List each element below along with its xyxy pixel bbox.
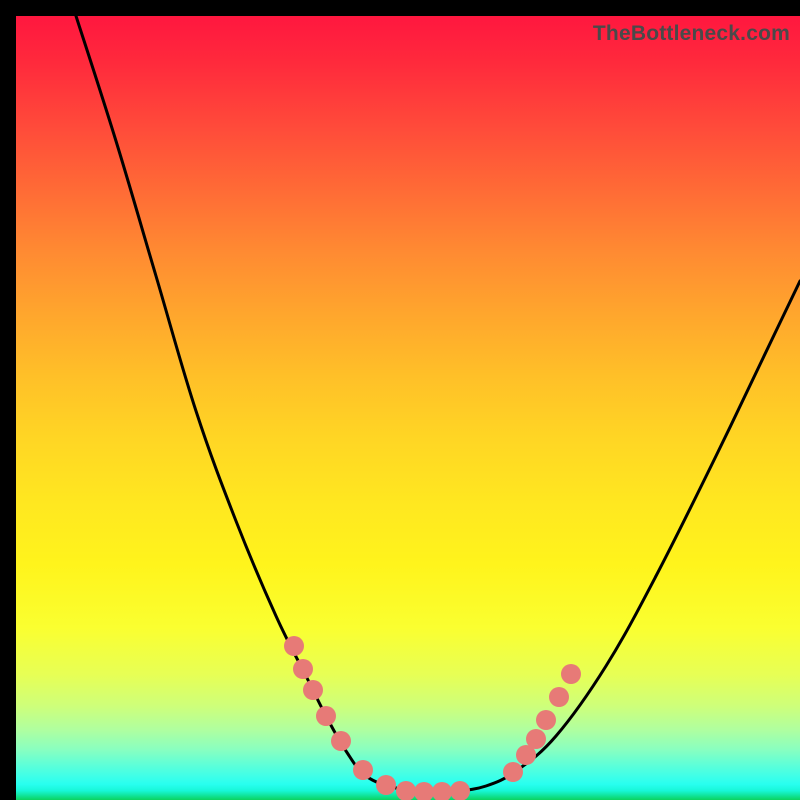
chart-dot [353, 760, 373, 780]
chart-dot [536, 710, 556, 730]
chart-dot [526, 729, 546, 749]
chart-dot [293, 659, 313, 679]
chart-dot [284, 636, 304, 656]
chart-dot [303, 680, 323, 700]
chart-dot [331, 731, 351, 751]
chart-svg [16, 16, 800, 800]
chart-dot [561, 664, 581, 684]
chart-dot [450, 781, 470, 800]
chart-dot [414, 782, 434, 800]
chart-dot [432, 782, 452, 800]
chart-plot-area: TheBottleneck.com [16, 16, 800, 800]
chart-dot [396, 781, 416, 800]
chart-dot [376, 775, 396, 795]
chart-dot [316, 706, 336, 726]
watermark-text: TheBottleneck.com [593, 22, 790, 46]
chart-dot [549, 687, 569, 707]
chart-frame: TheBottleneck.com [0, 0, 800, 800]
chart-dot [503, 762, 523, 782]
chart-curve [76, 16, 800, 792]
